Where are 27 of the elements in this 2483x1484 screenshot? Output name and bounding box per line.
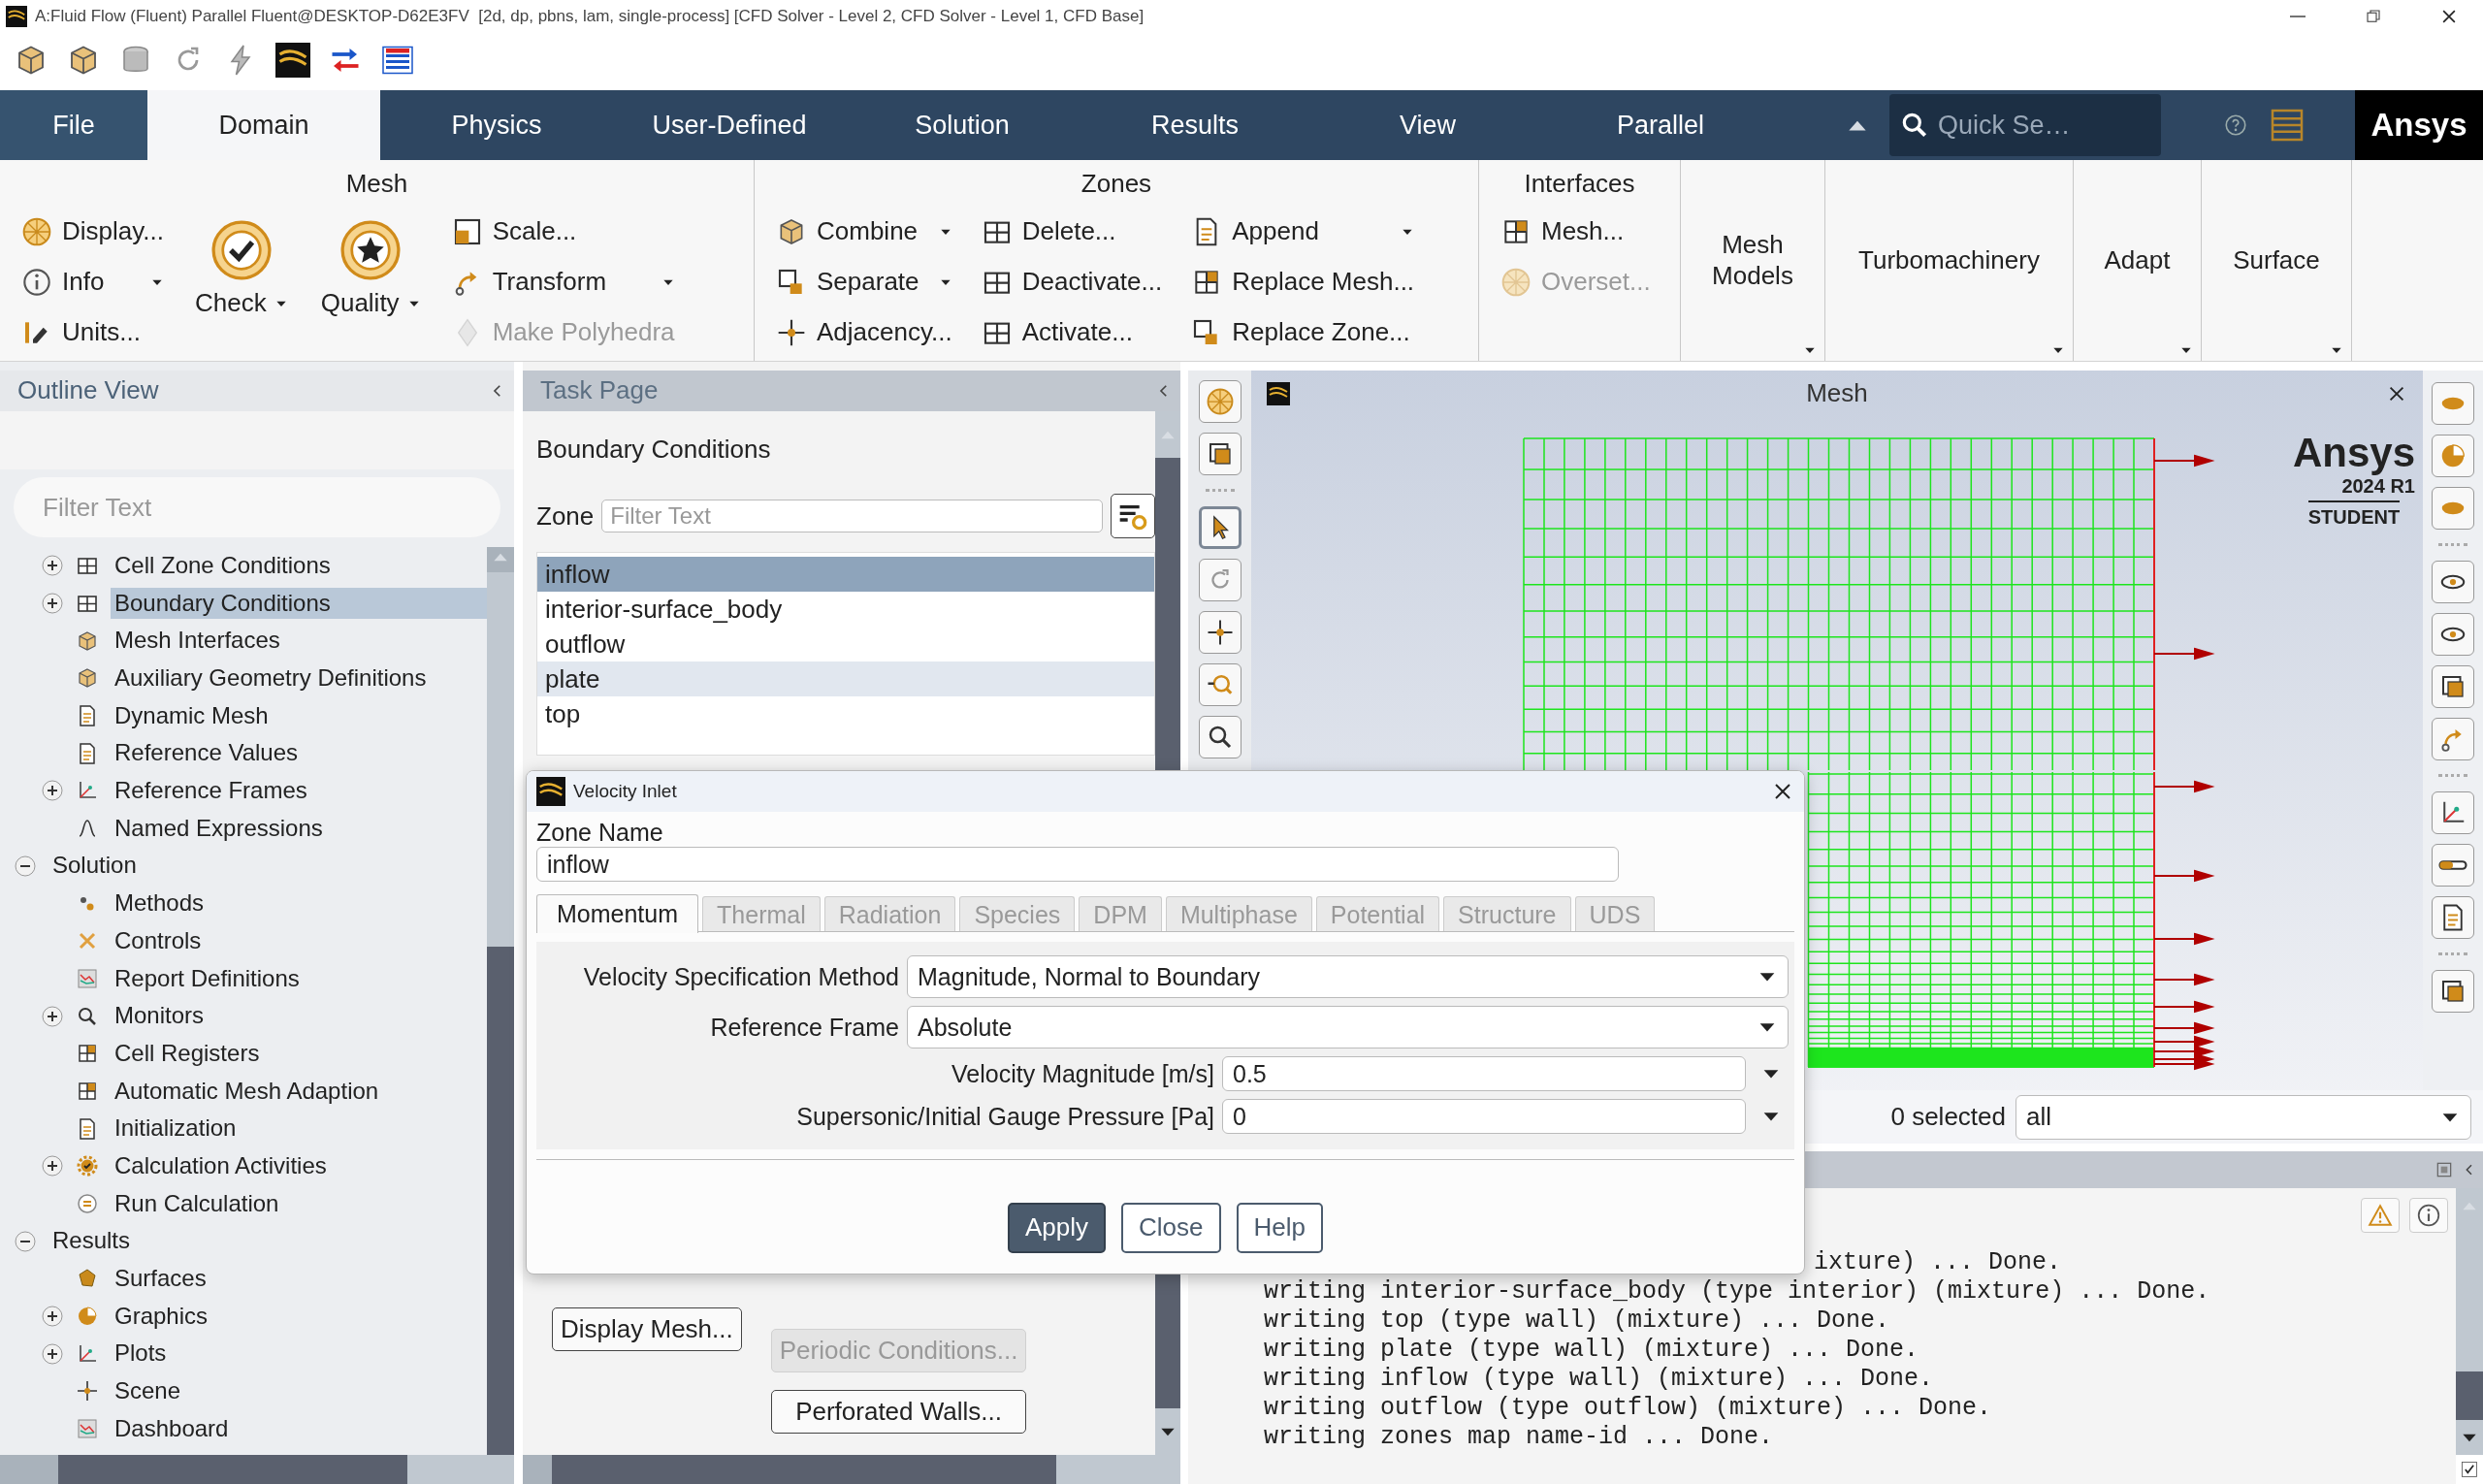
group-title: Zones (1080, 168, 1153, 200)
console-line: writing top (type wall) (mixture) ... Done. (1264, 1307, 1891, 1336)
field-label: Velocity Specification Method (582, 962, 899, 991)
dialog-title: Velocity Inlet (573, 780, 677, 803)
console-line: writing plate (type wall) (mixture) ... Done. (1264, 1336, 1920, 1365)
selection-count: 0 selected (1890, 1101, 2006, 1133)
edition-label: STUDENT (2307, 500, 2401, 529)
panel-title: Outline View (17, 375, 159, 406)
field-label: Supersonic/Initial Gauge Pressure [Pa] (795, 1102, 1214, 1131)
brand-logo: Ansys (2355, 90, 2483, 160)
group-title: Interfaces (1523, 168, 1636, 200)
console-line: writing outflow (type outflow) (mixture) ... Done. (1264, 1394, 1993, 1423)
group-title: Mesh (344, 168, 409, 200)
field-label: Velocity Magnitude [m/s] (951, 1059, 1214, 1088)
window-title: A:Fluid Flow (Fluent) Parallel Fluent@DESKTOP-D62E3FV [2d, dp, pbns, lam, single-process] [CFD Solver - Level 2, CFD Solver - Level 1, CFD Base] (35, 6, 1145, 27)
view-title: Mesh (1806, 378, 1868, 409)
field-label: Reference Frame (709, 1013, 899, 1042)
panel-title: Task Page (540, 375, 659, 406)
version-label: 2024 R1 (2341, 475, 2415, 498)
console-line: writing inflow (type wall) (mixture) ... Done. (1264, 1365, 1935, 1394)
console-line: ixture) ... Done. (1814, 1248, 2063, 1277)
field-label: Zone (536, 500, 595, 532)
section-heading: Boundary Conditions (536, 435, 772, 466)
console-line: writing zones map name-id ... Done. (1264, 1423, 1775, 1452)
console-line: writing interior-surface_body (type interior) (mixture) ... Done. (1264, 1277, 2211, 1307)
brand-logo: Ansys (2292, 431, 2415, 476)
field-label: Zone Name (536, 818, 664, 847)
